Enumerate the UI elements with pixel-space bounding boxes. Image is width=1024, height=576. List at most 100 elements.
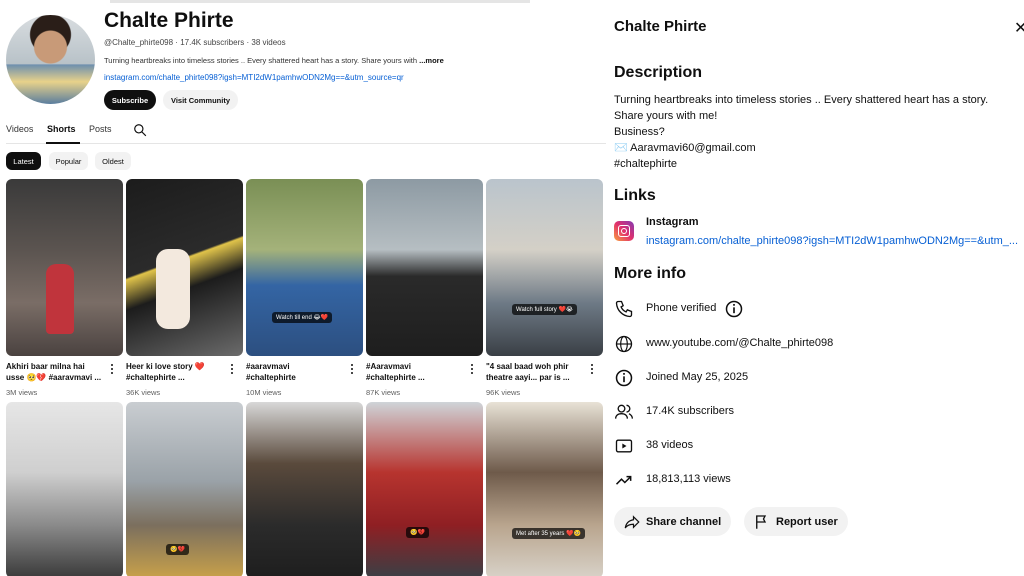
tab-shorts[interactable]: Shorts [47,124,76,134]
phone-icon [615,300,633,318]
instagram-icon [614,221,634,241]
tab-videos[interactable]: Videos [6,124,33,134]
share-channel-button[interactable]: Share channel [614,507,731,536]
trending-icon [615,475,632,485]
more-vert-icon[interactable] [591,364,594,375]
description-preview: Turning heartbreaks into timeless storie… [104,56,418,65]
short-title-line: #Aaravmavi [366,362,411,371]
short-title[interactable]: "4 saal baad woh phir theatre aayi... pa… [486,361,586,383]
globe-icon [615,335,633,353]
more-vert-icon[interactable] [231,364,234,375]
short-views: 10M views [246,388,282,397]
short-title-line: #chaltephirte [246,373,296,382]
short-thumbnail[interactable]: 🥺💔 [366,402,483,576]
subscribe-button[interactable]: Subscribe [104,90,156,110]
description-email[interactable]: ✉️ Aaravmavi60@gmail.com [614,140,1019,156]
more-link[interactable]: ...more [419,56,444,65]
short-title[interactable]: Akhiri baar milna hai usse 🥺💔 #aaravmavi… [6,361,106,383]
short-views: 3M views [6,388,38,397]
channel-handle: @Chalte_phirte098 [104,38,174,47]
thumbnail-figure [46,264,74,334]
description-hashtag[interactable]: #chaltephirte [614,156,1019,172]
link-label: Instagram [646,216,699,228]
thumbnail-caption: Met after 35 years ❤️🥺 [512,528,585,539]
video-total: 38 videos [646,439,694,451]
short-thumbnail[interactable]: Met after 35 years ❤️🥺 [486,402,603,576]
channel-link[interactable]: instagram.com/chalte_phirte098?igsh=MTI2… [104,73,404,82]
description-line: Turning heartbreaks into timeless storie… [614,94,989,106]
channel-tabs: Videos Shorts Posts [6,120,606,144]
short-title[interactable]: #Aaravmavi #chaltephirte ... [366,361,466,383]
channel-description[interactable]: Turning heartbreaks into timeless storie… [104,56,444,65]
close-icon[interactable]: ✕ [1014,18,1024,37]
play-icon [615,439,633,453]
website-link[interactable]: www.youtube.com/@Chalte_phirte098 [646,337,833,349]
thumbnail-caption: 🥺💔 [166,544,189,555]
panel-title: Chalte Phirte [614,18,707,35]
phone-verified-text: Phone verified [646,302,717,314]
phone-verified-row: Phone verified [614,298,1019,320]
short-thumbnail[interactable]: Watch full story ❤️😭 [486,179,603,356]
report-user-label: Report user [776,515,838,528]
tab-posts[interactable]: Posts [89,124,112,134]
report-user-button[interactable]: Report user [744,507,848,536]
chip-popular[interactable]: Popular [49,152,88,170]
more-vert-icon[interactable] [111,364,114,375]
more-vert-icon[interactable] [471,364,474,375]
flag-icon [756,515,767,529]
share-icon [624,515,640,529]
description-heading: Description [614,64,703,81]
info-icon[interactable] [724,299,744,319]
channel-name: Chalte Phirte [104,9,234,32]
people-icon [615,404,633,419]
view-total: 18,813,113 views [646,473,731,485]
thumbnail-figure [156,249,190,329]
more-vert-icon[interactable] [351,364,354,375]
short-thumbnail[interactable] [246,402,363,576]
thumbnail-caption: Watch till end 😂❤️ [272,312,332,323]
subscribers-row: 17.4K subscribers [614,401,1019,423]
videos-row: 38 videos [614,435,1019,457]
instagram-link[interactable]: instagram.com/chalte_phirte098?igsh=MTI2… [646,235,1024,247]
short-title-line: theatre aayi... par is ... [486,373,570,382]
short-title[interactable]: #aaravmavi #chaltephirte [246,361,346,383]
chip-latest[interactable]: Latest [6,152,41,170]
views-row: 18,813,113 views [614,469,1019,491]
short-views: 87K views [366,388,401,397]
active-tab-indicator [46,142,80,144]
short-thumbnail[interactable]: Watch till end 😂❤️ [246,179,363,356]
short-title-line: "4 saal baad woh phir [486,362,569,371]
short-title-line: #chaltephirte ... [366,373,425,382]
short-thumbnail[interactable]: 🥺💔 [126,402,243,576]
channel-meta: @Chalte_phirte098 · 17.4K subscribers · … [104,38,286,47]
meta-separator: · [175,38,178,47]
chip-oldest[interactable]: Oldest [95,152,131,170]
short-title[interactable]: Heer ki love story ❤️ #chaltephirte ... [126,361,226,383]
scroll-indicator [110,0,530,3]
video-count: 38 videos [251,38,286,47]
avatar[interactable] [6,15,95,104]
short-title-line: #chaltephirte ... [126,373,185,382]
short-title-line: Akhiri baar milna hai [6,362,85,371]
more-info-heading: More info [614,265,686,282]
links-heading: Links [614,187,656,204]
subscriber-total: 17.4K subscribers [646,405,735,417]
share-channel-label: Share channel [646,515,722,528]
short-title-line: #aaravmavi [246,362,290,371]
thumbnail-caption: Watch full story ❤️😭 [512,304,577,315]
short-title-line: usse 🥺💔 #aaravmavi ... [6,373,102,382]
subscriber-count: 17.4K subscribers [180,38,245,47]
joined-date: Joined May 25, 2025 [646,371,749,383]
short-thumbnail[interactable] [6,402,123,576]
search-icon[interactable] [133,123,147,137]
short-views: 36K views [126,388,161,397]
meta-separator: · [246,38,250,47]
short-thumbnail[interactable] [126,179,243,356]
channel-page: Chalte Phirte @Chalte_phirte098 · 17.4K … [0,0,606,576]
info-icon [615,369,633,387]
visit-community-button[interactable]: Visit Community [163,90,238,110]
about-panel: Chalte Phirte ✕ Description Turning hear… [606,0,1024,576]
description-line: Share yours with me! [614,110,718,122]
short-thumbnail[interactable] [6,179,123,356]
short-thumbnail[interactable] [366,179,483,356]
